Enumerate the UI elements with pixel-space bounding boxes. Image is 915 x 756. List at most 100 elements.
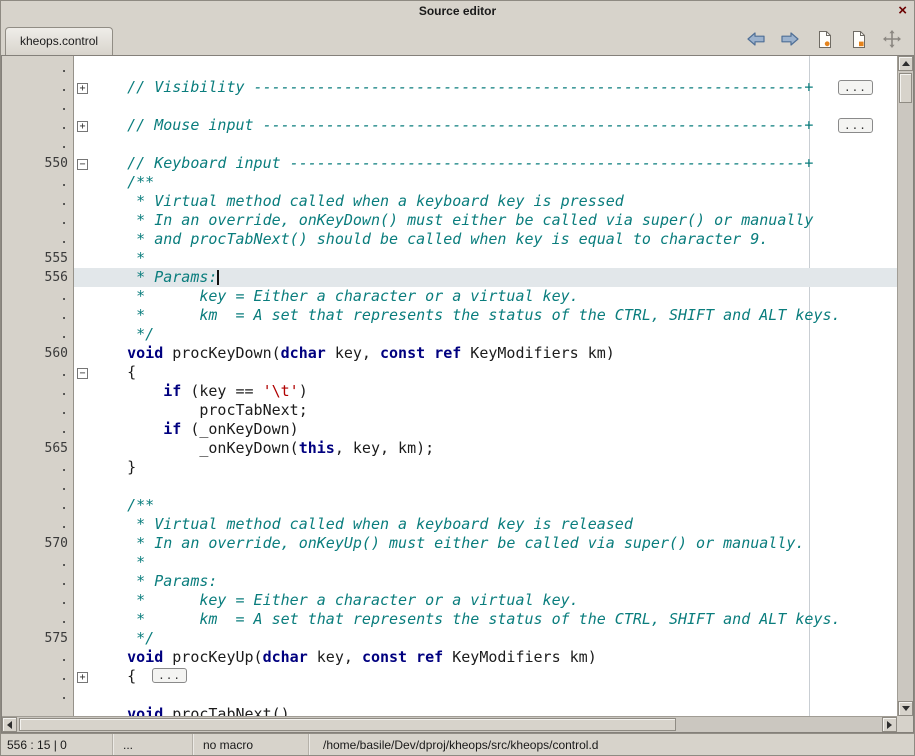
code-line[interactable]: // Visibility --------------------------…: [91, 78, 897, 97]
code-line[interactable]: * Virtual method called when a keyboard …: [91, 192, 897, 211]
editor-row[interactable]: . * key = Either a character or a virtua…: [2, 287, 897, 306]
editor-row[interactable]: .+ // Mouse input ----------------------…: [2, 116, 897, 135]
tab-kheops-control[interactable]: kheops.control: [5, 27, 113, 55]
collapsed-code-box[interactable]: ...: [152, 668, 187, 683]
scroll-up-button[interactable]: [898, 56, 913, 71]
code-line[interactable]: void procKeyDown(dchar key, const ref Ke…: [91, 344, 897, 363]
code-line[interactable]: * Virtual method called when a keyboard …: [91, 515, 897, 534]
code-line[interactable]: if (key == '\t'): [91, 382, 897, 401]
code-line[interactable]: procTabNext;: [91, 401, 897, 420]
code-line[interactable]: */: [91, 325, 897, 344]
editor-row[interactable]: 550− // Keyboard input -----------------…: [2, 154, 897, 173]
fold-collapse-icon[interactable]: −: [77, 159, 88, 170]
scroll-right-button[interactable]: [882, 717, 897, 732]
code-line[interactable]: * km = A set that represents the status …: [91, 610, 897, 629]
editor-row[interactable]: .: [2, 97, 897, 116]
fold-margin[interactable]: −: [74, 154, 91, 173]
code-line[interactable]: [91, 477, 897, 496]
code-line[interactable]: if (_onKeyDown): [91, 420, 897, 439]
vertical-scrollbar-thumb[interactable]: [899, 73, 912, 103]
code-line[interactable]: * and procTabNext() should be called whe…: [91, 230, 897, 249]
editor-row[interactable]: 555 *: [2, 249, 897, 268]
editor-row[interactable]: .: [2, 135, 897, 154]
pan-view-button[interactable]: [880, 28, 904, 50]
editor-row[interactable]: . if (_onKeyDown): [2, 420, 897, 439]
editor-row[interactable]: .+ {...: [2, 667, 897, 686]
code-line[interactable]: /**: [91, 173, 897, 192]
code-line[interactable]: {: [91, 363, 897, 382]
editor-row[interactable]: . *: [2, 553, 897, 572]
scroll-down-button[interactable]: [898, 701, 913, 716]
editor-row[interactable]: . * Params:: [2, 572, 897, 591]
code-line[interactable]: // Keyboard input ----------------------…: [91, 154, 897, 173]
editor-row[interactable]: 570 * In an override, onKeyUp() must eit…: [2, 534, 897, 553]
code-line[interactable]: }: [91, 458, 897, 477]
fold-margin[interactable]: −: [74, 363, 91, 382]
doc-modified-button[interactable]: [812, 28, 836, 50]
editor-row[interactable]: . procTabNext;: [2, 401, 897, 420]
editor-row[interactable]: . * km = A set that represents the statu…: [2, 610, 897, 629]
fold-margin[interactable]: +: [74, 116, 91, 135]
editor-row[interactable]: 560 void procKeyDown(dchar key, const re…: [2, 344, 897, 363]
doc-modified-alt-button[interactable]: [846, 28, 870, 50]
code-line[interactable]: void procTabNext(): [91, 705, 897, 716]
code-line[interactable]: * km = A set that represents the status …: [91, 306, 897, 325]
code-line[interactable]: * Params:: [91, 268, 897, 287]
editor-row[interactable]: . /**: [2, 173, 897, 192]
nav-back-button[interactable]: [744, 28, 768, 50]
fold-expand-icon[interactable]: +: [77, 121, 88, 132]
editor-row[interactable]: .+ // Visibility -----------------------…: [2, 78, 897, 97]
code-line[interactable]: // Mouse input -------------------------…: [91, 116, 897, 135]
code-line[interactable]: [91, 97, 897, 116]
collapsed-code-box[interactable]: ...: [838, 80, 873, 95]
fold-expand-icon[interactable]: +: [77, 672, 88, 683]
code-line[interactable]: [91, 686, 897, 705]
editor-row-current[interactable]: 556 * Params:: [2, 268, 897, 287]
vertical-scrollbar[interactable]: [897, 56, 913, 716]
code-line[interactable]: * In an override, onKeyDown() must eithe…: [91, 211, 897, 230]
editor-row[interactable]: . * and procTabNext() should be called w…: [2, 230, 897, 249]
doc-modified-icon: [817, 31, 832, 48]
editor-row[interactable]: .− {: [2, 363, 897, 382]
horizontal-scrollbar[interactable]: [2, 716, 897, 732]
code-line[interactable]: _onKeyDown(this, key, km);: [91, 439, 897, 458]
code-line[interactable]: *: [91, 553, 897, 572]
editor-row[interactable]: .: [2, 59, 897, 78]
scroll-left-button[interactable]: [2, 717, 17, 732]
editor-row[interactable]: . void procKeyUp(dchar key, const ref Ke…: [2, 648, 897, 667]
fold-margin[interactable]: +: [74, 667, 91, 686]
code-line[interactable]: [91, 59, 897, 78]
code-line[interactable]: {...: [91, 667, 897, 686]
code-line[interactable]: * Params:: [91, 572, 897, 591]
code-line[interactable]: * key = Either a character or a virtual …: [91, 591, 897, 610]
code-line[interactable]: */: [91, 629, 897, 648]
code-line[interactable]: [91, 135, 897, 154]
nav-forward-button[interactable]: [778, 28, 802, 50]
code-line[interactable]: * In an override, onKeyUp() must either …: [91, 534, 897, 553]
code-line[interactable]: *: [91, 249, 897, 268]
code-line[interactable]: * key = Either a character or a virtual …: [91, 287, 897, 306]
editor-row[interactable]: . void procTabNext(): [2, 705, 897, 716]
editor-row[interactable]: . }: [2, 458, 897, 477]
editor-row[interactable]: 565 _onKeyDown(this, key, km);: [2, 439, 897, 458]
fold-margin[interactable]: +: [74, 78, 91, 97]
editor-row[interactable]: . * In an override, onKeyDown() must eit…: [2, 211, 897, 230]
editor-row[interactable]: . if (key == '\t'): [2, 382, 897, 401]
editor-row[interactable]: 575 */: [2, 629, 897, 648]
code-line[interactable]: void procKeyUp(dchar key, const ref KeyM…: [91, 648, 897, 667]
horizontal-scrollbar-thumb[interactable]: [19, 718, 676, 731]
fold-expand-icon[interactable]: +: [77, 83, 88, 94]
close-icon[interactable]: ×: [898, 1, 907, 21]
editor-row[interactable]: . /**: [2, 496, 897, 515]
editor-row[interactable]: . */: [2, 325, 897, 344]
editor-row[interactable]: .: [2, 686, 897, 705]
editor-row[interactable]: . * Virtual method called when a keyboar…: [2, 515, 897, 534]
fold-collapse-icon[interactable]: −: [77, 368, 88, 379]
editor-row[interactable]: . * Virtual method called when a keyboar…: [2, 192, 897, 211]
editor-content[interactable]: ..+ // Visibility ----------------------…: [2, 56, 897, 716]
code-line[interactable]: /**: [91, 496, 897, 515]
editor-row[interactable]: . * km = A set that represents the statu…: [2, 306, 897, 325]
editor-row[interactable]: .: [2, 477, 897, 496]
collapsed-code-box[interactable]: ...: [838, 118, 873, 133]
editor-row[interactable]: . * key = Either a character or a virtua…: [2, 591, 897, 610]
